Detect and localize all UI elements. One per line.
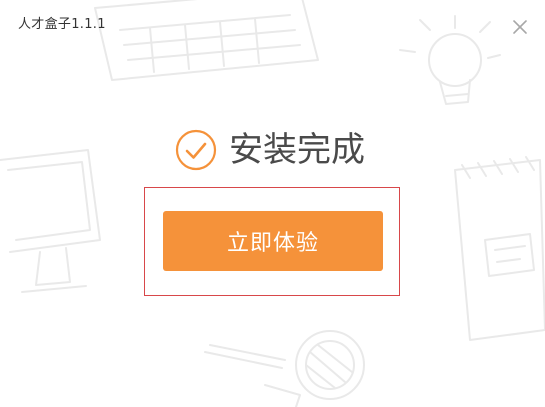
status-text: 安装完成 — [229, 130, 365, 170]
close-icon — [513, 20, 527, 34]
close-button[interactable] — [509, 16, 531, 38]
start-experience-button[interactable]: 立即体验 — [163, 211, 383, 271]
installer-window: 人才盒子1.1.1 安装完成 立即体验 — [0, 0, 545, 407]
window-title: 人才盒子1.1.1 — [18, 17, 106, 32]
check-circle-icon — [175, 129, 217, 171]
install-status: 安装完成 — [175, 128, 365, 172]
